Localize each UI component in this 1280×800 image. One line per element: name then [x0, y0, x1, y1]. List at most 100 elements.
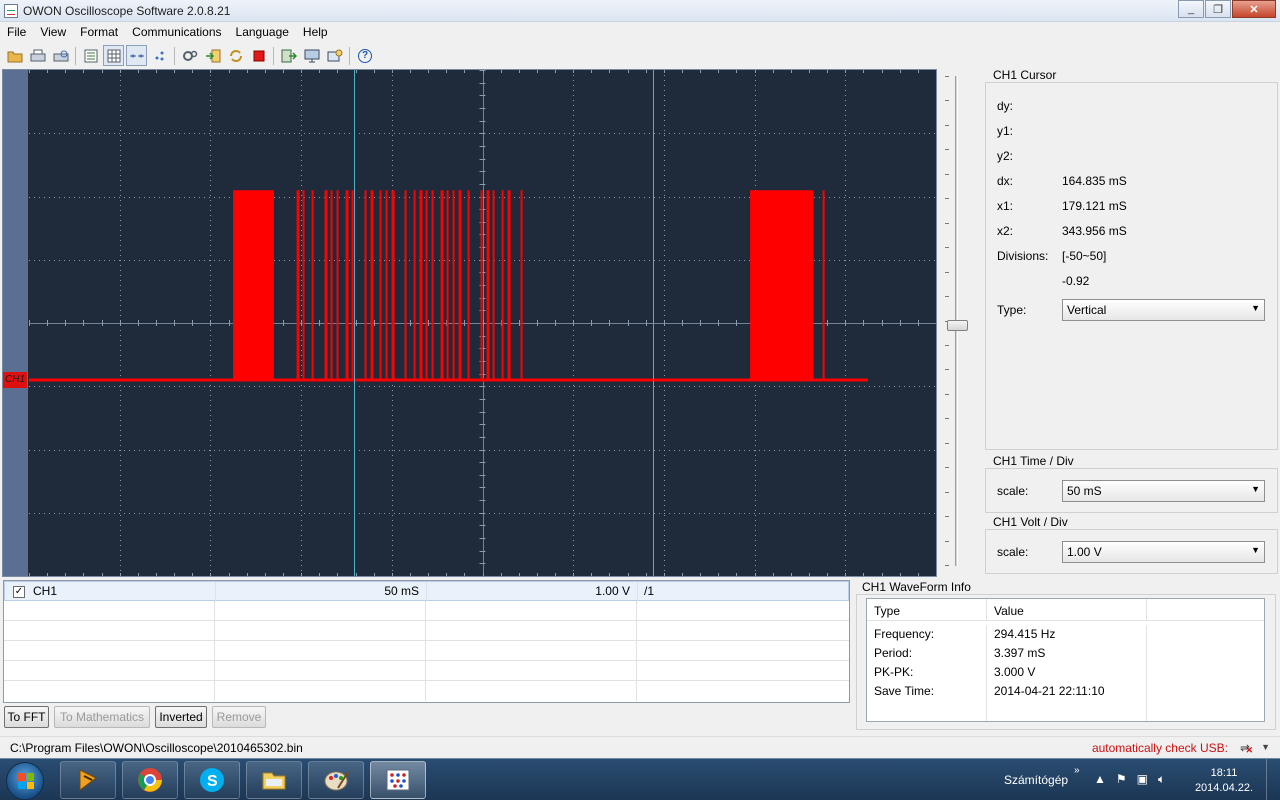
table-header: Type Value — [867, 599, 1264, 621]
taskbar-explorer[interactable] — [246, 761, 302, 799]
waveform-pulse — [379, 190, 382, 380]
waveform-pulse — [302, 190, 305, 380]
taskbar-winamp[interactable] — [60, 761, 116, 799]
file-path: C:\Program Files\OWON\Oscilloscope\20104… — [10, 741, 303, 755]
to-fft-button[interactable]: To FFT — [4, 706, 49, 728]
waveform-burst — [233, 190, 274, 380]
info-value: 3.397 mS — [987, 644, 1147, 663]
chrome-icon — [138, 768, 162, 792]
windows-logo-icon — [18, 773, 34, 789]
empty-cell — [215, 621, 426, 641]
remove-button[interactable]: Remove — [212, 706, 266, 728]
inverted-button[interactable]: Inverted — [155, 706, 207, 728]
usb-disconnected-icon: ✕ — [1245, 745, 1253, 755]
waveform-pulse — [501, 190, 504, 380]
show-desktop-button[interactable] — [1266, 759, 1280, 800]
minimize-button[interactable]: _ — [1178, 0, 1204, 18]
waveform-pulse — [822, 190, 825, 380]
network-icon[interactable]: ▣ — [1137, 772, 1148, 787]
channel-ratio: /1 — [644, 584, 655, 598]
cursor-group — [985, 82, 1278, 450]
list-icon[interactable] — [80, 45, 101, 66]
dx-value: 164.835 mS — [1062, 174, 1127, 188]
cursor-type-value: Vertical — [1067, 303, 1107, 317]
print-preview-icon[interactable] — [50, 45, 71, 66]
oscilloscope-display[interactable]: CH1 — [2, 69, 937, 577]
settings-icon[interactable] — [179, 45, 200, 66]
volume-icon[interactable]: 🔈︎ — [1158, 772, 1165, 787]
screen-icon[interactable] — [301, 45, 322, 66]
maximize-button[interactable]: ❐ — [1205, 0, 1231, 18]
menu-format[interactable]: Format — [73, 25, 125, 39]
time-scale-select[interactable]: 50 mS ▼ — [1062, 480, 1265, 502]
table-row — [4, 601, 849, 621]
empty-cell — [426, 661, 637, 681]
channel-table: ✓ CH1 50 mS 1.00 V /1 — [3, 580, 850, 703]
menu-help[interactable]: Help — [296, 25, 335, 39]
cursor-type-select[interactable]: Vertical ▼ — [1062, 299, 1265, 321]
start-button[interactable] — [6, 762, 44, 800]
cursor-slider-thumb[interactable] — [947, 320, 968, 331]
to-mathematics-button[interactable]: To Mathematics — [54, 706, 150, 728]
help-icon[interactable]: ? — [358, 48, 372, 63]
channel-strip — [3, 70, 28, 576]
menu-file[interactable]: File — [0, 25, 33, 39]
taskbar-skype[interactable]: S — [184, 761, 240, 799]
table-row: Save Time: 2014-04-21 22:11:10 — [867, 682, 1264, 701]
open-icon[interactable] — [4, 45, 25, 66]
waveform-pulse — [492, 190, 495, 380]
volt-scale-label: scale: — [997, 545, 1029, 559]
stop-icon[interactable] — [248, 45, 269, 66]
menu-language[interactable]: Language — [229, 25, 296, 39]
dy-label: dy: — [997, 99, 1014, 113]
usb-status-label: automatically check USB: — [1091, 741, 1228, 755]
empty-cell — [637, 661, 848, 681]
export-icon[interactable] — [278, 45, 299, 66]
table-row: PK-PK: 3.000 V — [867, 663, 1264, 682]
grid-icon[interactable] — [103, 45, 124, 66]
print-icon[interactable] — [27, 45, 48, 66]
type-label: Type: — [997, 303, 1027, 317]
clock-time: 18:11 — [1210, 767, 1238, 779]
close-button[interactable]: ✕ — [1232, 0, 1276, 18]
table-row: Frequency: 294.415 Hz — [867, 625, 1264, 644]
x2-label: x2: — [997, 224, 1014, 238]
waveform-pulse — [370, 190, 374, 380]
action-center-flag-icon[interactable]: ⚑ — [1116, 772, 1127, 787]
table-row[interactable]: ✓ CH1 50 mS 1.00 V /1 — [4, 581, 849, 602]
empty-cell — [215, 601, 426, 621]
empty-cell — [637, 601, 848, 621]
dots-icon[interactable] — [126, 45, 147, 66]
menu-communications[interactable]: Communications — [125, 25, 228, 39]
capture-icon[interactable] — [324, 45, 345, 66]
header-type: Type — [867, 599, 987, 621]
waveform-pulse — [336, 190, 339, 380]
tray-up-arrow-icon[interactable]: ▲ — [1094, 772, 1106, 787]
title-bar: OWON Oscilloscope Software 2.0.8.21 _ ❐ … — [0, 0, 1280, 22]
taskbar-oscilloscope[interactable] — [370, 761, 426, 799]
waveform-pulse — [345, 190, 349, 380]
taskbar-paint[interactable] — [308, 761, 364, 799]
system-clock[interactable]: 18:11 2014.04.22. — [1192, 766, 1256, 796]
menu-view[interactable]: View — [33, 25, 73, 39]
empty-cell — [4, 621, 215, 641]
points-icon[interactable] — [149, 45, 170, 66]
chevron-right-icon[interactable]: » — [1074, 765, 1080, 776]
import-icon[interactable] — [202, 45, 223, 66]
explorer-icon — [262, 772, 286, 790]
empty-cell — [4, 641, 215, 661]
ch1-level-marker[interactable]: CH1 — [3, 372, 27, 388]
volt-scale-select[interactable]: 1.00 V ▼ — [1062, 541, 1265, 563]
y1-label: y1: — [997, 124, 1014, 138]
empty-cell — [987, 701, 1147, 721]
volt-div-title: CH1 Volt / Div — [991, 515, 1070, 529]
chevron-down-icon[interactable]: ▼ — [1261, 742, 1270, 752]
tray-computer-label[interactable]: Számítógép — [1004, 773, 1068, 787]
table-row — [4, 681, 849, 701]
taskbar-chrome[interactable] — [122, 761, 178, 799]
waveform-pulse — [311, 190, 314, 380]
winamp-icon — [79, 769, 97, 791]
refresh-icon[interactable] — [225, 45, 246, 66]
chevron-down-icon: ▼ — [1251, 545, 1260, 555]
header-extra — [1147, 599, 1264, 621]
